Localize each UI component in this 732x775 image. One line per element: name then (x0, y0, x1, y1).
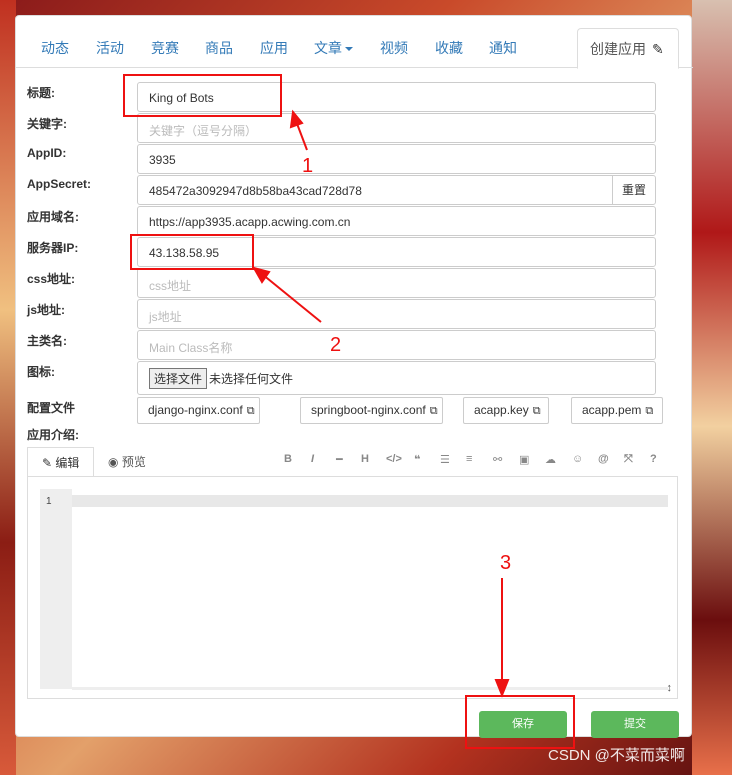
editor-scrollbar[interactable] (72, 687, 668, 690)
upload-icon[interactable]: ☁ (545, 453, 556, 466)
reset-secret-button[interactable]: 重置 (612, 175, 656, 205)
heading-icon[interactable]: H (361, 453, 369, 465)
annotation-number-1: 1 (302, 155, 314, 177)
annotation-box-title (123, 74, 282, 117)
fullscreen-icon[interactable]: ⤧ (624, 453, 633, 466)
nav-item-goods[interactable]: 商品 (205, 38, 233, 58)
nav-item-dynamic[interactable]: 动态 (41, 38, 69, 58)
link-icon[interactable]: ⚯ (493, 453, 502, 466)
keywords-input[interactable]: 关键字（逗号分隔） (137, 113, 656, 143)
config-file-name: acapp.pem (582, 403, 642, 417)
caret-down-icon (345, 47, 353, 52)
external-link-icon: ⧉ (645, 405, 654, 417)
eye-icon: ◉ (108, 455, 122, 469)
config-label: 配置文件 (27, 401, 76, 415)
css-input[interactable]: css地址 (137, 268, 656, 298)
server-ip-label: 服务器IP: (27, 241, 79, 255)
annotation-box-save (465, 695, 575, 749)
submit-button[interactable]: 提交 (591, 711, 679, 738)
config-file-name: springboot-nginx.conf (311, 403, 426, 417)
help-icon[interactable]: ? (650, 453, 657, 465)
main-class-input[interactable]: Main Class名称 (137, 330, 656, 360)
config-file-key[interactable]: acapp.key ⧉ (463, 397, 549, 424)
title-label: 标题: (27, 86, 55, 100)
config-file-springboot[interactable]: springboot-nginx.conf ⧉ (300, 397, 443, 424)
appsecret-label: AppSecret: (27, 177, 92, 191)
top-nav: 动态 活动 竞赛 商品 应用 文章 视频 收藏 通知 创建应用 ✎ (16, 28, 693, 69)
config-file-name: acapp.key (474, 403, 529, 417)
resize-icon[interactable]: ↕ (667, 682, 673, 694)
appsecret-input[interactable]: 485472a3092947d8b58ba43cad728d78 (137, 175, 613, 205)
config-file-pem[interactable]: acapp.pem ⧉ (571, 397, 663, 424)
intro-label: 应用介绍: (27, 428, 79, 442)
appid-input[interactable]: 3935 (137, 144, 656, 174)
annotation-box-ip (130, 234, 254, 270)
annotation-number-3: 3 (500, 552, 512, 574)
nav-item-notifications[interactable]: 通知 (489, 38, 517, 58)
external-link-icon: ⧉ (532, 405, 541, 417)
config-file-name: django-nginx.conf (148, 403, 243, 417)
hr-icon[interactable]: ━ (336, 453, 343, 466)
icon-label: 图标: (27, 365, 55, 379)
nav-item-articles[interactable]: 文章 (314, 38, 353, 58)
tab-edit[interactable]: ✎ 编辑 (27, 447, 94, 477)
external-link-icon: ⧉ (429, 405, 438, 417)
edit-icon: ✎ (42, 456, 56, 470)
line-gutter (40, 489, 72, 689)
app-form-panel: 动态 活动 竞赛 商品 应用 文章 视频 收藏 通知 创建应用 ✎ 标题: Kin… (15, 15, 693, 738)
csdn-watermark: CSDN @不菜而菜啊 (548, 747, 685, 764)
image-icon[interactable]: ▣ (519, 453, 529, 466)
pencil-icon: ✎ (652, 41, 664, 57)
bold-icon[interactable]: B (284, 453, 292, 465)
nav-articles-label: 文章 (314, 40, 342, 56)
nav-item-favorites[interactable]: 收藏 (435, 38, 463, 58)
tab-create-app[interactable]: 创建应用 ✎ (577, 28, 679, 69)
markdown-editor[interactable]: 1 ↕ (27, 476, 678, 699)
css-label: css地址: (27, 272, 76, 286)
ul-icon[interactable]: ☰ (440, 453, 450, 466)
tab-preview[interactable]: ◉ 预览 (108, 453, 146, 470)
main-class-label: 主类名: (27, 334, 67, 348)
js-input[interactable]: js地址 (137, 299, 656, 329)
icon-file-field: 选择文件 未选择任何文件 (137, 361, 656, 395)
file-status: 未选择任何文件 (209, 372, 294, 386)
annotation-number-2: 2 (330, 334, 342, 356)
tab-preview-label: 预览 (121, 455, 146, 469)
background-art-right (692, 0, 732, 775)
config-file-django[interactable]: django-nginx.conf ⧉ (137, 397, 260, 424)
ol-icon[interactable]: ≡ (466, 453, 472, 465)
emoji-icon[interactable]: ☺ (572, 453, 583, 465)
tab-edit-label: 编辑 (55, 456, 80, 470)
keywords-label: 关键字: (27, 117, 67, 131)
nav-item-activity[interactable]: 活动 (96, 38, 124, 58)
domain-input[interactable]: https://app3935.acapp.acwing.com.cn (137, 206, 656, 236)
code-icon[interactable]: </> (386, 453, 402, 465)
nav-item-video[interactable]: 视频 (380, 38, 408, 58)
background-art-left (0, 0, 16, 775)
quote-icon[interactable]: ❝ (414, 453, 420, 466)
active-line (72, 495, 668, 507)
create-app-label: 创建应用 (590, 41, 646, 57)
appid-label: AppID: (27, 146, 67, 160)
line-number: 1 (46, 496, 52, 507)
choose-file-button[interactable]: 选择文件 (149, 368, 208, 389)
at-icon[interactable]: @ (598, 453, 609, 465)
nav-item-apps[interactable]: 应用 (260, 38, 288, 58)
external-link-icon: ⧉ (246, 405, 255, 417)
nav-item-contest[interactable]: 竞赛 (151, 38, 179, 58)
domain-label: 应用域名: (27, 210, 79, 224)
italic-icon[interactable]: I (311, 453, 314, 465)
js-label: js地址: (27, 303, 66, 317)
